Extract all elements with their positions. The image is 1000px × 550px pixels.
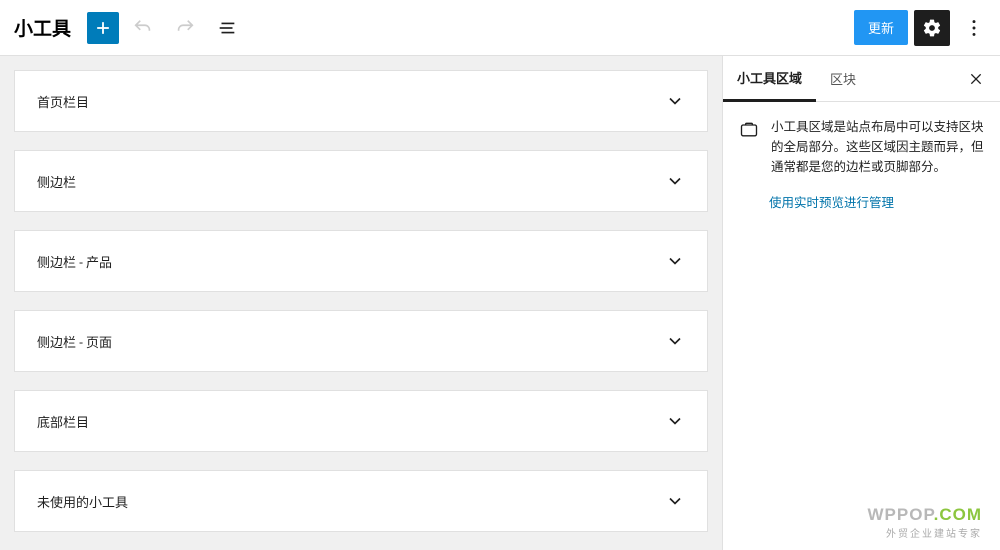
- list-view-button[interactable]: [209, 10, 245, 46]
- widget-area-panel[interactable]: 侧边栏: [14, 150, 708, 212]
- widget-area-panel[interactable]: 底部栏目: [14, 390, 708, 452]
- customizer-link[interactable]: 使用实时预览进行管理: [739, 194, 984, 214]
- widget-area-label: 侧边栏 - 产品: [37, 252, 112, 271]
- redo-button[interactable]: [167, 10, 203, 46]
- widget-area-panel[interactable]: 侧边栏 - 产品: [14, 230, 708, 292]
- undo-button[interactable]: [125, 10, 161, 46]
- more-vertical-icon: [963, 17, 985, 39]
- widget-area-label: 未使用的小工具: [37, 492, 128, 511]
- more-options-button[interactable]: [956, 10, 992, 46]
- widget-area-label: 首页栏目: [37, 92, 89, 111]
- gear-icon: [922, 18, 942, 38]
- widget-area-label: 侧边栏: [37, 172, 76, 191]
- header-right-tools: 更新: [854, 10, 992, 46]
- undo-icon: [132, 17, 154, 39]
- chevron-down-icon: [665, 91, 685, 111]
- chevron-down-icon: [665, 411, 685, 431]
- plus-icon: [93, 18, 113, 38]
- chevron-down-icon: [665, 491, 685, 511]
- settings-button[interactable]: [914, 10, 950, 46]
- widget-areas-list: 首页栏目 侧边栏 侧边栏 - 产品 侧边栏 - 页面 底部栏目 未使用的小工具: [0, 56, 722, 550]
- update-button[interactable]: 更新: [854, 10, 908, 45]
- sidebar-description-row: 小工具区域是站点布局中可以支持区块的全局部分。这些区域因主题而异，但通常都是您的…: [739, 118, 984, 178]
- sidebar-tabs: 小工具区域 区块: [723, 56, 1000, 102]
- folder-icon: [739, 120, 759, 178]
- redo-icon: [174, 17, 196, 39]
- chevron-down-icon: [665, 251, 685, 271]
- widget-area-panel[interactable]: 未使用的小工具: [14, 470, 708, 532]
- chevron-down-icon: [665, 171, 685, 191]
- list-view-icon: [216, 17, 238, 39]
- sidebar-description: 小工具区域是站点布局中可以支持区块的全局部分。这些区域因主题而异，但通常都是您的…: [771, 118, 984, 178]
- close-icon: [968, 71, 984, 87]
- page-title: 小工具: [8, 14, 71, 41]
- tab-blocks[interactable]: 区块: [816, 56, 870, 102]
- close-sidebar-button[interactable]: [958, 61, 994, 97]
- editor-header: 小工具 更新: [0, 0, 1000, 56]
- settings-sidebar: 小工具区域 区块 小工具区域是站点布局中可以支持区块的全局部分。这些区域因主题而…: [722, 56, 1000, 550]
- header-left-tools: 小工具: [8, 10, 245, 46]
- widget-area-label: 底部栏目: [37, 412, 89, 431]
- widget-area-panel[interactable]: 侧边栏 - 页面: [14, 310, 708, 372]
- tab-widget-areas[interactable]: 小工具区域: [723, 56, 816, 102]
- widget-area-label: 侧边栏 - 页面: [37, 332, 112, 351]
- widget-area-panel[interactable]: 首页栏目: [14, 70, 708, 132]
- sidebar-content: 小工具区域是站点布局中可以支持区块的全局部分。这些区域因主题而异，但通常都是您的…: [723, 102, 1000, 230]
- add-block-button[interactable]: [87, 12, 119, 44]
- editor-body: 首页栏目 侧边栏 侧边栏 - 产品 侧边栏 - 页面 底部栏目 未使用的小工具 …: [0, 56, 1000, 550]
- chevron-down-icon: [665, 331, 685, 351]
